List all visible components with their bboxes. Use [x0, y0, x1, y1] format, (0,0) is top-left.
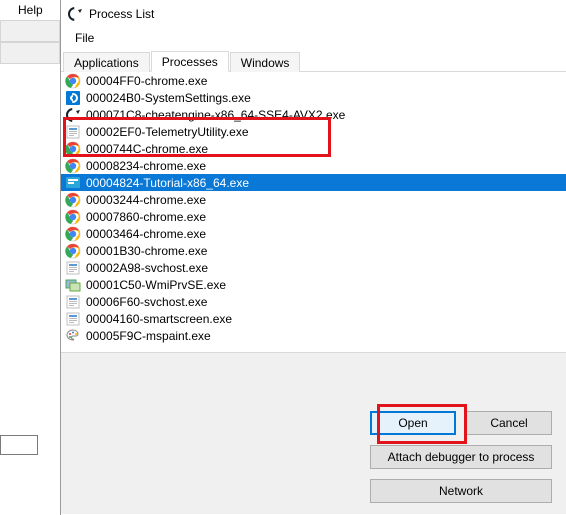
tab-bar: Applications Processes Windows [61, 48, 566, 72]
bg-toolbar-row [0, 20, 60, 42]
mspaint-icon [65, 328, 81, 344]
process-row[interactable]: 00004FF0-chrome.exe [61, 72, 566, 89]
process-list-dialog: Process List File Applications Processes… [60, 0, 566, 515]
process-row[interactable]: 00007860-chrome.exe [61, 208, 566, 225]
bg-toolbar-row [0, 42, 60, 64]
process-row[interactable]: 00004824-Tutorial-x86_64.exe [61, 174, 566, 191]
process-name: 00004160-smartscreen.exe [86, 312, 232, 326]
process-name: 00001C50-WmiPrvSE.exe [86, 278, 226, 292]
process-name: 00004FF0-chrome.exe [86, 74, 207, 88]
process-name: 00002EF0-TelemetryUtility.exe [86, 125, 249, 139]
process-name: 00006F60-svchost.exe [86, 295, 207, 309]
process-row[interactable]: 00004160-smartscreen.exe [61, 310, 566, 327]
generic-icon [65, 294, 81, 310]
chrome-icon [65, 226, 81, 242]
chrome-icon [65, 73, 81, 89]
attach-debugger-button[interactable]: Attach debugger to process [370, 445, 552, 469]
wmi-icon [65, 277, 81, 293]
tab-processes[interactable]: Processes [151, 51, 229, 72]
process-row[interactable]: 00001B30-chrome.exe [61, 242, 566, 259]
process-row[interactable]: 00005F9C-mspaint.exe [61, 327, 566, 344]
process-row[interactable]: 00003464-chrome.exe [61, 225, 566, 242]
process-row[interactable]: 0000744C-chrome.exe [61, 140, 566, 157]
generic-icon [65, 124, 81, 140]
process-row[interactable]: 00002A98-svchost.exe [61, 259, 566, 276]
chrome-icon [65, 192, 81, 208]
process-name: 0000744C-chrome.exe [86, 142, 208, 156]
settings-icon [65, 90, 81, 106]
process-name: 00008234-chrome.exe [86, 159, 206, 173]
cancel-button[interactable]: Cancel [466, 411, 552, 435]
process-row[interactable]: 000024B0-SystemSettings.exe [61, 89, 566, 106]
chrome-icon [65, 209, 81, 225]
menubar: File [61, 28, 566, 48]
process-name: 000024B0-SystemSettings.exe [86, 91, 251, 105]
process-name: 00004824-Tutorial-x86_64.exe [86, 176, 249, 190]
process-row[interactable]: 00003244-chrome.exe [61, 191, 566, 208]
chrome-icon [65, 141, 81, 157]
process-name: 00007860-chrome.exe [86, 210, 206, 224]
process-list[interactable]: 00004FF0-chrome.exe 000024B0-SystemSettin… [61, 72, 566, 350]
dialog-footer: Open Cancel Attach debugger to process N… [61, 352, 566, 514]
cheatengine-icon [67, 6, 83, 22]
file-menu[interactable]: File [69, 29, 100, 47]
help-menu[interactable]: Help [18, 3, 43, 17]
process-row[interactable]: 00006F60-svchost.exe [61, 293, 566, 310]
process-name: 00002A98-svchost.exe [86, 261, 208, 275]
cheatengine-icon [65, 107, 81, 123]
tab-applications[interactable]: Applications [63, 52, 150, 72]
process-name: 00005F9C-mspaint.exe [86, 329, 211, 343]
network-button[interactable]: Network [370, 479, 552, 503]
bg-input[interactable] [0, 435, 38, 455]
process-name: 000071C8-cheatengine-x86_64-SSE4-AVX2.ex… [86, 108, 345, 122]
tutorial-icon [65, 175, 81, 191]
chrome-icon [65, 243, 81, 259]
process-name: 00003464-chrome.exe [86, 227, 206, 241]
generic-icon [65, 260, 81, 276]
generic-icon [65, 311, 81, 327]
process-row[interactable]: 00008234-chrome.exe [61, 157, 566, 174]
process-name: 00001B30-chrome.exe [86, 244, 207, 258]
process-row[interactable]: 00002EF0-TelemetryUtility.exe [61, 123, 566, 140]
chrome-icon [65, 158, 81, 174]
process-row[interactable]: 000071C8-cheatengine-x86_64-SSE4-AVX2.ex… [61, 106, 566, 123]
tab-windows[interactable]: Windows [230, 52, 301, 72]
process-row[interactable]: 00001C50-WmiPrvSE.exe [61, 276, 566, 293]
titlebar: Process List [61, 0, 566, 28]
process-name: 00003244-chrome.exe [86, 193, 206, 207]
open-button[interactable]: Open [370, 411, 456, 435]
dialog-title: Process List [89, 7, 154, 21]
